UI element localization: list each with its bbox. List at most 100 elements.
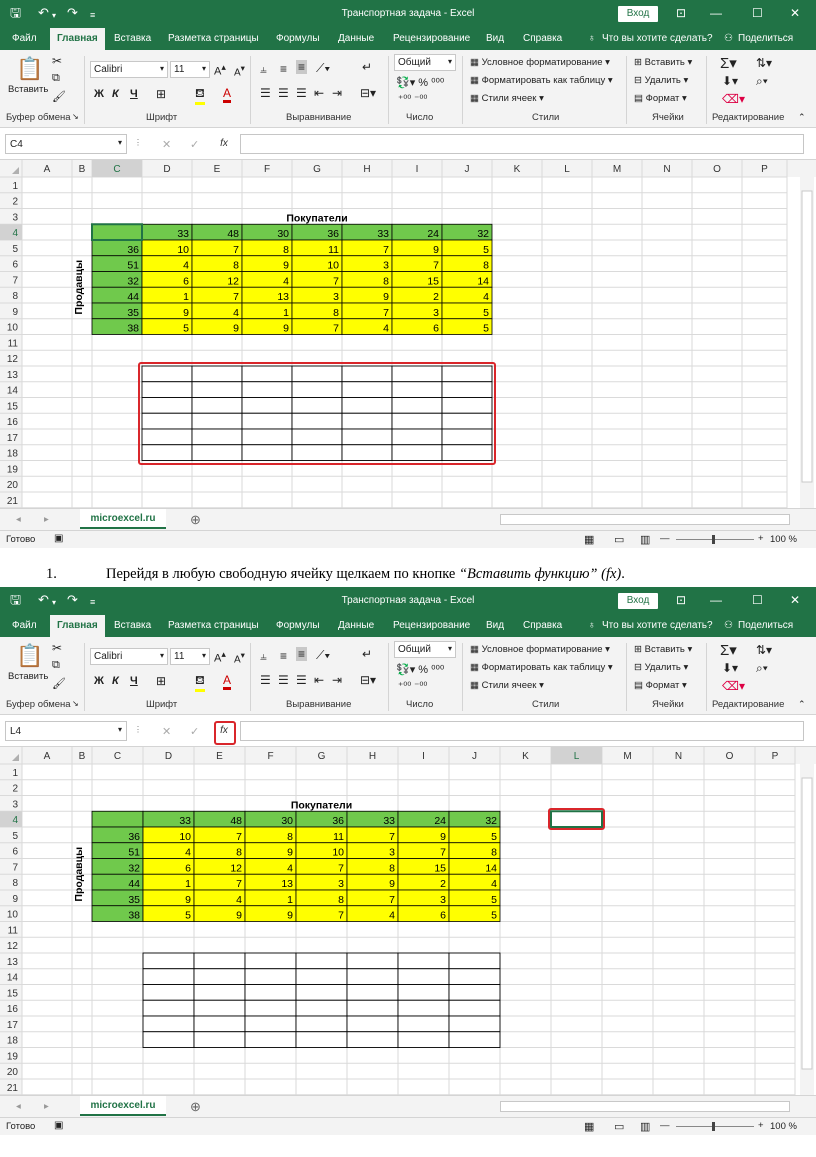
cell-value[interactable]: 9 — [287, 910, 293, 922]
new-sheet-icon[interactable]: ⊕ — [190, 512, 201, 528]
cell-value[interactable]: 10 — [332, 847, 344, 859]
align-left-icon[interactable]: ☰ — [260, 86, 271, 100]
formula-bar-splitter-icon[interactable]: ⋮ — [134, 725, 142, 734]
cell-value[interactable]: 9 — [233, 323, 239, 335]
row-header[interactable]: 17 — [7, 1020, 19, 1031]
format-cells-button[interactable]: ▤ Формат ▾ — [634, 680, 687, 691]
row-header[interactable]: 8 — [12, 291, 18, 302]
tab-page-layout[interactable]: Разметка страницы — [168, 620, 259, 631]
solution-cell[interactable] — [244, 952, 297, 970]
cell-value[interactable]: 9 — [440, 831, 446, 843]
cell-value[interactable]: 2 — [440, 878, 446, 890]
column-header[interactable]: B — [79, 164, 86, 175]
solution-cell[interactable] — [346, 999, 399, 1017]
solution-cell[interactable] — [346, 984, 399, 1001]
column-header[interactable]: H — [369, 751, 376, 762]
insert-function-button[interactable]: fx — [214, 134, 234, 154]
cell-value[interactable]: 13 — [277, 291, 289, 303]
enter-icon[interactable]: ✓ — [190, 138, 199, 151]
login-button[interactable]: Вход — [618, 593, 658, 609]
formula-input[interactable] — [240, 721, 804, 741]
row-header[interactable]: 9 — [12, 307, 18, 318]
solution-cell[interactable] — [295, 968, 348, 985]
cell-value[interactable]: 36 — [127, 244, 139, 256]
cell-value[interactable]: 12 — [227, 275, 239, 287]
format-painter-icon[interactable]: 🖌 — [52, 90, 66, 103]
row-header[interactable]: 13 — [7, 957, 19, 968]
next-sheet-icon[interactable]: ▸ — [44, 514, 49, 525]
row-header[interactable]: 14 — [7, 386, 19, 397]
italic-button[interactable]: К — [112, 675, 119, 687]
cell-value[interactable]: 35 — [127, 307, 139, 319]
bold-button[interactable]: Ж — [94, 675, 104, 687]
row-header[interactable]: 21 — [7, 1083, 19, 1094]
column-header[interactable]: N — [675, 751, 682, 762]
tell-me-input[interactable]: Что вы хотите сделать? — [602, 620, 713, 631]
solution-cell[interactable] — [448, 984, 501, 1001]
cell-value[interactable]: 9 — [183, 307, 189, 319]
column-header[interactable]: K — [522, 751, 529, 762]
zoom-slider[interactable] — [676, 1126, 754, 1127]
column-header[interactable]: M — [623, 751, 631, 762]
column-header[interactable]: L — [574, 751, 580, 762]
solution-cell[interactable] — [193, 999, 246, 1017]
delete-cells-button[interactable]: ⊟ Удалить ▾ — [634, 662, 688, 673]
underline-button[interactable]: Ч — [130, 675, 138, 687]
column-header[interactable]: E — [214, 164, 221, 175]
tab-formulas[interactable]: Формулы — [276, 33, 320, 44]
solution-cell[interactable] — [295, 1031, 348, 1048]
fill-icon[interactable]: ⬇▾ — [722, 661, 738, 675]
share-button[interactable]: Поделиться — [738, 33, 793, 44]
cell-value[interactable]: 33 — [177, 228, 189, 240]
clear-icon[interactable]: ⌫▾ — [722, 92, 745, 106]
cell-value[interactable]: 7 — [389, 894, 395, 906]
cell-value[interactable]: 4 — [491, 878, 497, 890]
solution-cell[interactable] — [397, 1031, 450, 1048]
tab-home[interactable]: Главная — [50, 28, 105, 50]
cell-value[interactable]: 7 — [333, 275, 339, 287]
cell-value[interactable]: 3 — [433, 307, 439, 319]
row-header[interactable]: 5 — [12, 831, 18, 842]
cell-value[interactable]: 6 — [185, 862, 191, 874]
column-header[interactable]: H — [363, 164, 370, 175]
copy-icon[interactable]: ⧉ — [52, 659, 60, 672]
cell-value[interactable]: 30 — [277, 228, 289, 240]
solution-cell[interactable] — [193, 1031, 246, 1048]
cell-value[interactable]: 3 — [383, 260, 389, 272]
column-header[interactable]: F — [267, 751, 273, 762]
cell-value[interactable]: 33 — [383, 815, 395, 827]
cell-value[interactable]: 9 — [287, 847, 293, 859]
cell-value[interactable]: 4 — [483, 291, 489, 303]
row-header[interactable]: 21 — [7, 496, 19, 507]
column-header[interactable]: G — [318, 751, 326, 762]
cell-value[interactable]: 8 — [233, 260, 239, 272]
align-bottom-icon[interactable]: ≡ — [296, 60, 308, 74]
cell-value[interactable]: 8 — [389, 862, 395, 874]
cell-styles-button[interactable]: ▦ Стили ячеек ▾ — [470, 680, 544, 691]
tab-view[interactable]: Вид — [486, 620, 504, 631]
column-header[interactable]: B — [79, 751, 86, 762]
cell-value[interactable]: 6 — [433, 323, 439, 335]
cell-value[interactable]: 3 — [333, 291, 339, 303]
cell-value[interactable]: 1 — [283, 307, 289, 319]
cell-value[interactable]: 1 — [185, 878, 191, 890]
column-header[interactable]: P — [761, 164, 768, 175]
cell-value[interactable]: 44 — [127, 291, 139, 303]
cell-value[interactable]: 5 — [185, 910, 191, 922]
cell-value[interactable]: 7 — [233, 291, 239, 303]
font-size-select[interactable]: 11 ▾ — [170, 648, 210, 665]
tab-help[interactable]: Справка — [523, 620, 562, 631]
cell-value[interactable]: 5 — [183, 323, 189, 335]
cell-styles-button[interactable]: ▦ Стили ячеек ▾ — [470, 93, 544, 104]
copy-icon[interactable]: ⧉ — [52, 72, 60, 85]
cell-value[interactable]: 6 — [440, 910, 446, 922]
decrease-font-icon[interactable]: A▾ — [234, 650, 245, 665]
tell-me-input[interactable]: Что вы хотите сделать? — [602, 33, 713, 44]
row-header[interactable]: 2 — [12, 197, 18, 208]
page-layout-view-icon[interactable]: ▭ — [614, 533, 624, 546]
align-top-icon[interactable]: ⫨ — [260, 62, 267, 77]
tab-insert[interactable]: Вставка — [114, 620, 151, 631]
cell-value[interactable]: 14 — [477, 275, 489, 287]
solution-cell[interactable] — [397, 968, 450, 985]
sheet-tab[interactable]: microexcel.ru — [80, 1096, 166, 1116]
